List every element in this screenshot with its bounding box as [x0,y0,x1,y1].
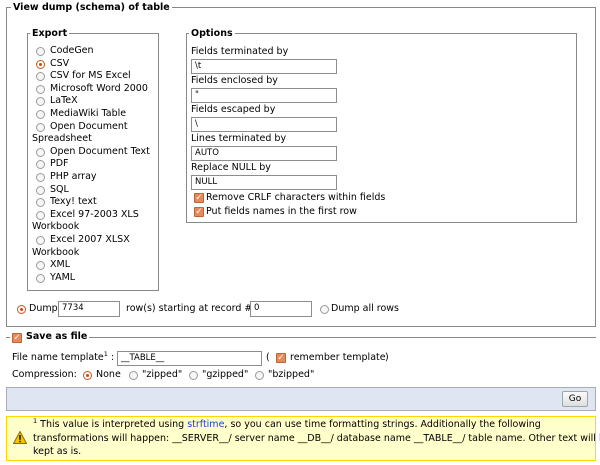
export-format-label: YAML [50,271,76,283]
go-button[interactable]: Go [562,391,588,407]
export-format-label: Excel 97-2003 XLS [50,208,139,220]
export-format-label: Texy! text [50,196,97,208]
footnote-mark: 1 [103,349,108,358]
put-fields-names-label: Put fields names in the first row [206,206,357,217]
dump-rows-input[interactable]: 7734 [58,301,120,317]
file-name-template-label: File name template1 : [12,349,115,364]
warning-icon [12,430,28,444]
fields-escaped-input[interactable]: \ [191,117,337,132]
lines-terminated-input[interactable]: AUTO [191,146,337,161]
dump-all-rows-label: Dump all rows [331,303,399,314]
template-colon: : [110,352,115,363]
export-format-radio[interactable] [36,110,45,119]
export-format-radio[interactable] [36,273,45,283]
compression-zipped-label: "zipped" [142,369,183,380]
view-dump-legend: View dump (schema) of table [13,2,170,13]
notice-line-1: 1 This value is interpreted using strfti… [33,418,541,431]
fields-escaped-label: Fields escaped by [191,104,276,115]
paren-close: ) [385,352,389,363]
export-format-radio[interactable] [36,185,45,195]
save-as-file-legend: ✓ Save as file [10,331,89,343]
compression-none-radio[interactable] [83,371,92,380]
export-format-label: LaTeX [50,95,78,107]
export-format-label: MediaWiki Table [50,108,127,119]
export-format-label: PDF [50,158,69,170]
compression-bzipped-label: "bzipped" [268,369,315,380]
export-format-label: CSV [50,57,70,69]
notice-line-1-rest: , so you can use time formatting strings… [224,419,541,430]
save-as-file-checkbox[interactable]: ✓ [12,333,22,343]
remember-template-checkbox[interactable]: ✓ [276,353,286,363]
remove-crlf-checkbox[interactable]: ✓ [194,193,204,203]
save-as-file-label: Save as file [26,331,88,342]
rows-starting-label: row(s) starting at record # [126,303,253,314]
export-format-label: Microsoft Word 2000 [50,82,148,94]
put-fields-names-checkbox[interactable]: ✓ [194,207,204,217]
export-format-radio[interactable] [36,84,45,94]
fields-enclosed-label: Fields enclosed by [191,75,278,86]
compression-gzipped-radio[interactable] [189,371,198,380]
export-format-label-continued: Workbook [32,221,80,233]
export-format-label: Open Document [50,120,128,132]
compression-bzipped-radio[interactable] [255,371,264,380]
notice-line-3: kept as is. [33,446,82,457]
notice-line-2: transformations will happen: __SERVER__/… [33,433,600,444]
export-format-label-continued: Spreadsheet [32,133,92,145]
export-format-label-continued: Workbook [32,246,80,258]
dump-all-rows-radio[interactable] [320,305,329,314]
export-format-radio[interactable] [36,59,45,69]
compression-zipped-radio[interactable] [129,371,138,380]
lines-terminated-label: Lines terminated by [191,133,287,144]
export-legend: Export [32,28,68,39]
file-name-template-input[interactable]: __TABLE__ [117,351,262,366]
fields-terminated-label: Fields terminated by [191,46,289,57]
fields-terminated-input[interactable]: \t [191,59,337,74]
export-format-label: CodeGen [50,45,94,56]
options-legend: Options [191,28,233,39]
remove-crlf-label: Remove CRLF characters within fields [206,192,386,203]
strftime-link[interactable]: strftime [187,419,224,430]
dump-rows-radio[interactable] [17,305,26,314]
export-format-radio[interactable] [36,122,45,132]
paren-open: ( [266,352,270,363]
file-name-template-text: File name template [12,352,104,363]
remember-template-label: remember template [290,352,386,363]
export-format-label: CSV for MS Excel [50,70,131,82]
replace-null-input[interactable]: NULL [191,175,337,190]
export-format-radio[interactable] [36,147,45,157]
footnote-notice: 1 This value is interpreted using strfti… [6,416,600,461]
export-format-radio[interactable] [36,173,45,182]
export-format-label: SQL [50,183,69,195]
export-format-label: Open Document Text [50,145,150,157]
replace-null-label: Replace NULL by [191,162,271,173]
start-record-input[interactable]: 0 [250,301,312,317]
compression-gzipped-label: "gzipped" [202,369,249,380]
fields-enclosed-input[interactable]: " [191,88,337,103]
export-format-radio[interactable] [36,236,45,245]
export-format-radio[interactable] [36,210,45,220]
form-footer [6,387,596,411]
dump-label: Dump [29,303,58,314]
notice-text-before: This value is interpreted using [37,419,188,430]
export-format-radio[interactable] [36,47,45,56]
export-format-label: Excel 2007 XLSX [50,234,130,245]
compression-label: Compression: [12,369,77,380]
export-format-label: PHP array [50,171,97,182]
export-format-label: XML [50,259,70,271]
compression-none-label: None [96,369,121,380]
